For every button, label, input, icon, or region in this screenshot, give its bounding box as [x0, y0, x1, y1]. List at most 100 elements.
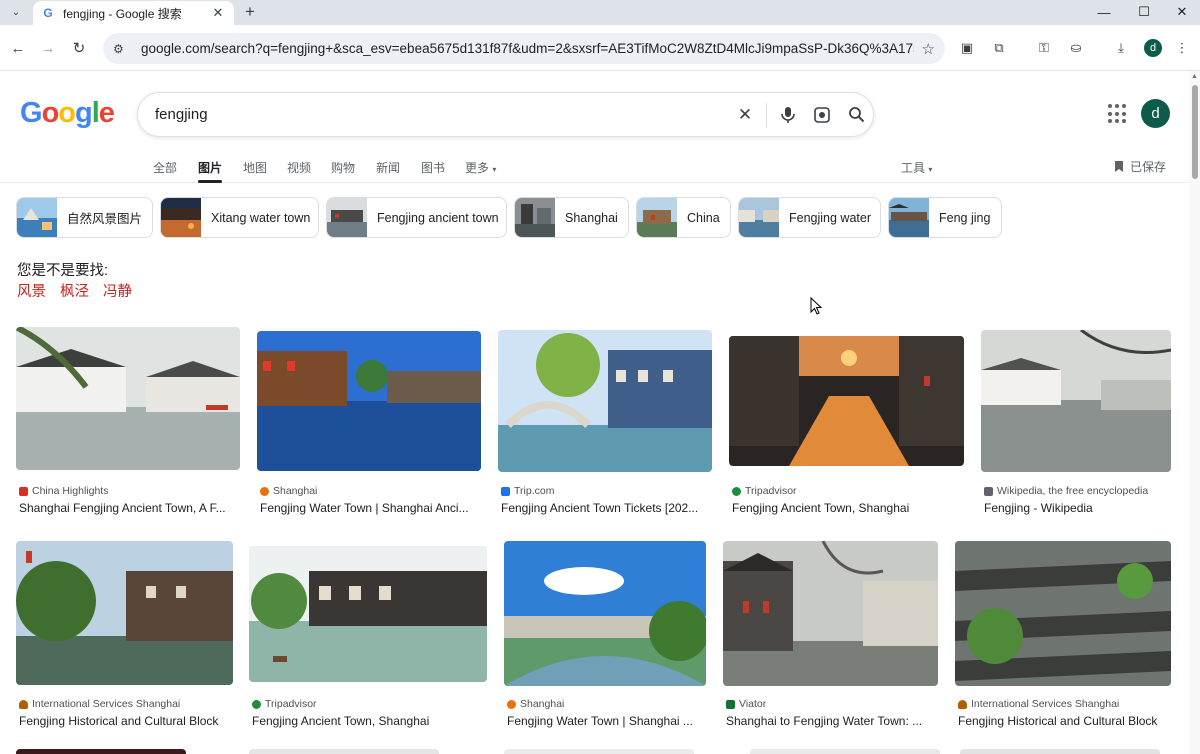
- result-thumbnail[interactable]: [981, 330, 1171, 472]
- suggestion-link[interactable]: 枫泾: [60, 280, 89, 301]
- result-thumbnail[interactable]: [723, 541, 938, 686]
- tab-shopping[interactable]: 购物: [331, 159, 355, 176]
- chip-feng-jing[interactable]: Feng jing: [888, 197, 1002, 238]
- tab-videos[interactable]: 视频: [287, 159, 311, 176]
- browser-menu-icon[interactable]: ⋮: [1173, 39, 1191, 57]
- search-type-tabs: 全部 图片 地图 视频 购物 新闻 图书 更多 ▾ 工具 ▾ 已保存: [0, 153, 1189, 183]
- source-name: International Services Shanghai: [971, 698, 1120, 710]
- back-icon[interactable]: ←: [7, 37, 29, 59]
- chip-label: Fengjing water: [789, 210, 871, 225]
- forward-icon[interactable]: →: [37, 37, 59, 59]
- result-thumbnail[interactable]: [504, 541, 706, 686]
- image-result[interactable]: Shanghai Fengjing Water Town | Shanghai …: [257, 325, 481, 525]
- result-thumbnail[interactable]: [498, 330, 712, 472]
- result-title[interactable]: Fengjing Historical and Cultural Block: [19, 714, 233, 728]
- result-title[interactable]: Fengjing Historical and Cultural Block: [958, 714, 1172, 728]
- tab-all[interactable]: 全部: [153, 159, 177, 176]
- bookmark-star-icon[interactable]: ☆: [922, 40, 935, 58]
- suggestion-link[interactable]: 冯静: [103, 280, 132, 301]
- site-info-icon[interactable]: ⚙: [113, 42, 131, 56]
- search-icon[interactable]: [839, 98, 873, 132]
- chip-shanghai[interactable]: Shanghai: [514, 197, 629, 238]
- maximize-icon[interactable]: ☐: [1124, 0, 1164, 24]
- result-title[interactable]: Fengjing Ancient Town, Shanghai: [732, 501, 964, 515]
- scroll-up-icon[interactable]: ▲: [1191, 73, 1198, 80]
- image-result[interactable]: International Services Shanghai Fengjing…: [955, 539, 1171, 739]
- chip-china[interactable]: China: [636, 197, 731, 238]
- voice-search-icon[interactable]: [771, 98, 805, 132]
- saved-button[interactable]: 已保存: [1114, 158, 1166, 175]
- chip-label: Xitang water town: [211, 210, 311, 225]
- image-result[interactable]: Tripadvisor Fengjing Ancient Town, Shang…: [729, 325, 964, 525]
- result-thumbnail-partial[interactable]: [249, 749, 439, 754]
- chip-fengjing-ancient-town[interactable]: Fengjing ancient town: [326, 197, 507, 238]
- account-avatar[interactable]: d: [1141, 99, 1170, 128]
- password-key-icon[interactable]: ⚿: [1035, 39, 1053, 57]
- browser-profile-avatar[interactable]: d: [1144, 39, 1162, 57]
- google-logo[interactable]: Google: [20, 97, 115, 130]
- chip-fengjing-water[interactable]: Fengjing water: [738, 197, 881, 238]
- image-result[interactable]: Viator Shanghai to Fengjing Water Town: …: [723, 539, 938, 739]
- result-title[interactable]: Fengjing Water Town | Shanghai ...: [507, 714, 707, 728]
- chip-natural-scenery[interactable]: 自然风景图片: [16, 197, 153, 238]
- result-source: Tripadvisor: [252, 698, 317, 710]
- image-result[interactable]: International Services Shanghai Fengjing…: [16, 539, 233, 739]
- tab-maps[interactable]: 地图: [243, 159, 267, 176]
- reload-icon[interactable]: ↻: [68, 37, 90, 59]
- result-title[interactable]: Shanghai Fengjing Ancient Town, A F...: [19, 501, 241, 515]
- extension-folder-icon[interactable]: ▣: [958, 39, 976, 57]
- tab-more-label: 更多: [465, 161, 490, 175]
- tab-more[interactable]: 更多 ▾: [465, 159, 496, 176]
- close-window-icon[interactable]: ✕: [1162, 0, 1200, 24]
- clear-search-icon[interactable]: ✕: [728, 98, 762, 132]
- result-thumbnail[interactable]: [729, 336, 964, 466]
- new-tab-icon[interactable]: +: [240, 2, 260, 22]
- result-thumbnail-partial[interactable]: [504, 749, 694, 754]
- result-title[interactable]: Fengjing Ancient Town Tickets [202...: [501, 501, 711, 515]
- tab-search-icon[interactable]: ⌄: [6, 3, 26, 21]
- chip-xitang-water-town[interactable]: Xitang water town: [160, 197, 319, 238]
- result-source: Shanghai: [507, 698, 564, 710]
- source-name: Shanghai: [520, 698, 565, 710]
- extensions-puzzle-icon[interactable]: ⧉: [990, 39, 1008, 57]
- result-thumbnail-partial[interactable]: [960, 749, 1160, 754]
- result-title[interactable]: Shanghai to Fengjing Water Town: ...: [726, 714, 938, 728]
- download-icon[interactable]: ⤓: [1112, 39, 1130, 57]
- result-title[interactable]: Fengjing - Wikipedia: [984, 501, 1172, 515]
- browser-tab[interactable]: G fengjing - Google 搜索 ✕: [33, 1, 234, 25]
- suggestion-link[interactable]: 风景: [17, 280, 46, 301]
- close-tab-icon[interactable]: ✕: [210, 5, 226, 21]
- search-input[interactable]: fengjing: [155, 106, 728, 123]
- result-thumbnail[interactable]: [16, 327, 240, 470]
- image-result[interactable]: Wikipedia, the free encyclopedia Fengjin…: [981, 325, 1171, 525]
- chip-thumbnail: [515, 198, 555, 237]
- lens-search-icon[interactable]: [805, 98, 839, 132]
- image-result[interactable]: China Highlights Shanghai Fengjing Ancie…: [16, 325, 240, 525]
- page-scrollbar[interactable]: ▲: [1189, 71, 1200, 754]
- incognito-icon[interactable]: ⛀: [1067, 39, 1085, 57]
- image-result[interactable]: Shanghai Fengjing Water Town | Shanghai …: [504, 539, 706, 739]
- google-favicon-icon: G: [43, 6, 53, 20]
- result-thumbnail[interactable]: [257, 331, 481, 471]
- result-thumbnail-partial[interactable]: [16, 749, 186, 754]
- image-result[interactable]: Trip.com Fengjing Ancient Town Tickets […: [498, 325, 712, 525]
- scrollbar-thumb[interactable]: [1192, 85, 1198, 179]
- minimize-icon[interactable]: —: [1084, 0, 1124, 24]
- search-box[interactable]: fengjing ✕: [137, 92, 874, 137]
- tools-button[interactable]: 工具 ▾: [901, 159, 932, 176]
- image-result[interactable]: Tripadvisor Fengjing Ancient Town, Shang…: [249, 539, 487, 739]
- chip-thumbnail: [637, 198, 677, 237]
- tab-images[interactable]: 图片: [198, 159, 222, 176]
- result-title[interactable]: Fengjing Water Town | Shanghai Anci...: [260, 501, 482, 515]
- result-thumbnail-partial[interactable]: [750, 749, 940, 754]
- url-text[interactable]: google.com/search?q=fengjing+&sca_esv=eb…: [141, 41, 914, 56]
- source-favicon-icon: [507, 699, 516, 709]
- address-bar[interactable]: ⚙ google.com/search?q=fengjing+&sca_esv=…: [103, 33, 945, 64]
- result-thumbnail[interactable]: [249, 546, 487, 682]
- result-thumbnail[interactable]: [955, 541, 1171, 686]
- result-thumbnail[interactable]: [16, 541, 233, 685]
- google-apps-icon[interactable]: [1108, 104, 1128, 124]
- tab-books[interactable]: 图书: [421, 159, 445, 176]
- tab-news[interactable]: 新闻: [376, 159, 400, 176]
- result-title[interactable]: Fengjing Ancient Town, Shanghai: [252, 714, 488, 728]
